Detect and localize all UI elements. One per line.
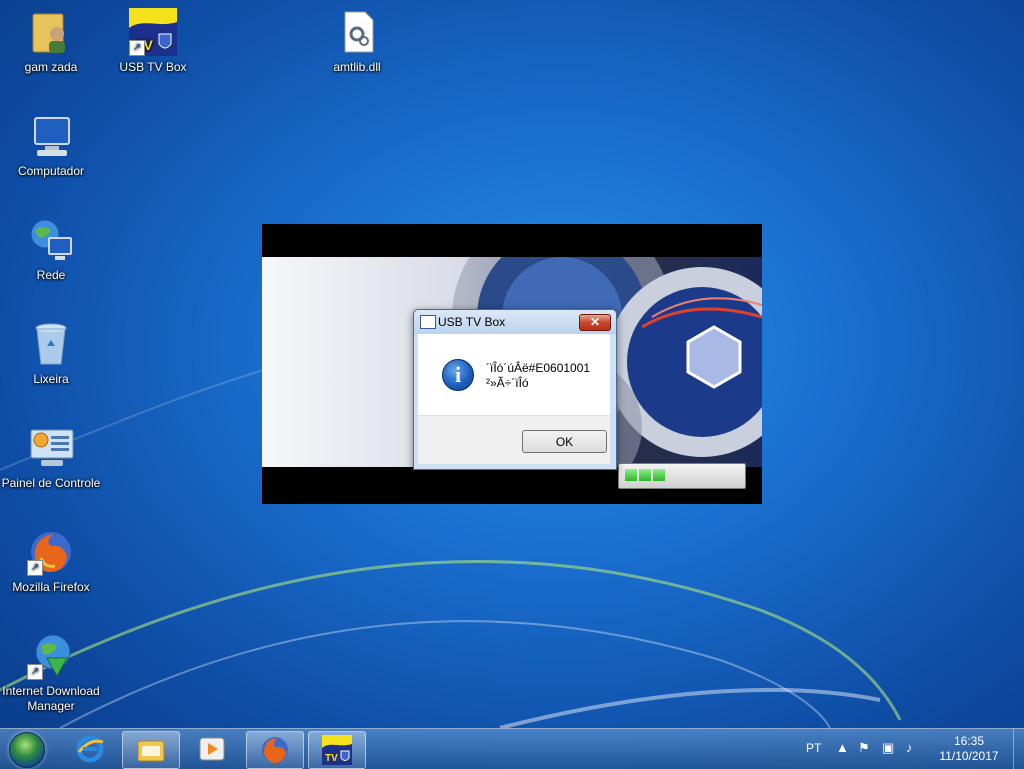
- dialog-message-line-2: ²»Ã÷´ïÎó: [486, 376, 529, 390]
- firefox-icon: [260, 735, 290, 765]
- taskbar-button-firefox[interactable]: [246, 731, 304, 769]
- close-icon: ✕: [589, 315, 601, 329]
- desktop-icon-amtlib-dll[interactable]: amtlib.dll: [306, 8, 408, 75]
- usb-tv-box-icon: TV: [322, 735, 352, 765]
- splash-progress-bar: [618, 463, 746, 489]
- information-icon: i: [442, 359, 474, 391]
- shortcut-arrow-icon: ↗: [27, 560, 43, 576]
- firefox-icon: ↗: [27, 528, 75, 576]
- desktop-icon-label: gam zada: [24, 60, 78, 74]
- network-icon[interactable]: ▣: [882, 740, 894, 756]
- network-globe-icon: [27, 216, 75, 264]
- desktop-icon-computador[interactable]: Computador: [0, 112, 102, 179]
- internet-explorer-icon: [75, 734, 105, 764]
- dialog-body: i ´ïÎó´úÂë#E0601001 ²»Ã÷´ïÎó OK: [418, 334, 610, 464]
- desktop-icon-label: Painel de Controle: [1, 476, 101, 490]
- usb-tv-box-icon: TV ↗: [129, 8, 177, 56]
- desktop-icon-label: Mozilla Firefox: [12, 580, 90, 594]
- recycle-bin-icon: [27, 320, 75, 368]
- desktop-icon-gam-zada[interactable]: gam zada: [0, 8, 102, 75]
- progress-segment: [639, 469, 651, 481]
- desktop-icon-label: amtlib.dll: [333, 60, 381, 74]
- ok-button[interactable]: OK: [522, 430, 607, 453]
- svg-text:TV: TV: [325, 753, 338, 764]
- taskbar-button-usb-tv-box[interactable]: TV: [308, 731, 366, 769]
- desktop-icon-rede[interactable]: Rede: [0, 216, 102, 283]
- dll-file-icon: [333, 8, 381, 56]
- show-hidden-icons-icon[interactable]: ▲: [836, 740, 849, 755]
- desktop-icon-label: USB TV Box: [119, 60, 187, 74]
- close-button[interactable]: ✕: [579, 314, 611, 331]
- shortcut-arrow-icon: ↗: [27, 664, 43, 680]
- folder-icon: [136, 735, 166, 765]
- desktop-icon-lixeira[interactable]: Lixeira: [0, 320, 102, 387]
- shortcut-arrow-icon: ↗: [129, 40, 145, 56]
- app-window-icon: [420, 315, 436, 329]
- desktop-icon-internet-download-manager[interactable]: ↗ Internet Download Manager: [0, 632, 102, 714]
- idm-globe-icon: ↗: [27, 632, 75, 680]
- desktop-icon-label: Rede: [36, 268, 66, 282]
- dialog-message-line-1: ´ïÎó´úÂë#E0601001: [486, 361, 591, 375]
- desktop-icon-painel-de-controle[interactable]: Painel de Controle: [0, 424, 102, 491]
- clock-time: 16:35: [953, 734, 985, 748]
- taskbar-button-internet-explorer[interactable]: [62, 731, 118, 767]
- dialog-title-bar[interactable]: USB TV Box ✕: [414, 310, 616, 334]
- message-dialog: USB TV Box ✕ i ´ïÎó´úÂë#E0601001 ²»Ã÷´ïÎ…: [413, 309, 617, 470]
- desktop-icon-label: Computador: [17, 164, 85, 178]
- show-desktop-button[interactable]: [1013, 729, 1024, 769]
- progress-segment: [653, 469, 665, 481]
- start-button[interactable]: [6, 731, 46, 768]
- clock-date: 11/10/2017: [939, 749, 999, 763]
- computer-icon: [27, 112, 75, 160]
- desktop-icon-mozilla-firefox[interactable]: ↗ Mozilla Firefox: [0, 528, 102, 595]
- taskbar-button-media-player[interactable]: [184, 731, 240, 767]
- progress-segment: [625, 469, 637, 481]
- dialog-title: USB TV Box: [438, 315, 506, 329]
- language-indicator[interactable]: PT: [806, 741, 821, 755]
- volume-icon[interactable]: ♪: [906, 740, 913, 755]
- desktop-icon-usb-tv-box[interactable]: TV ↗ USB TV Box: [102, 8, 204, 75]
- progress-fill: [625, 469, 665, 481]
- desktop-icon-label: Lixeira: [33, 372, 69, 386]
- action-center-flag-icon[interactable]: ⚑: [858, 740, 870, 756]
- desktop-icon-label: Internet Download Manager: [2, 684, 100, 713]
- taskbar: TV PT ▲ ⚑ ▣ ♪ 16:35 11/10/2017: [0, 728, 1024, 769]
- media-player-icon: [197, 734, 227, 764]
- taskbar-button-windows-explorer[interactable]: [122, 731, 180, 769]
- windows-logo-icon: [9, 732, 45, 768]
- user-folder-icon: [27, 8, 75, 56]
- system-clock[interactable]: 16:35 11/10/2017: [934, 734, 1004, 764]
- control-panel-icon: [27, 424, 75, 472]
